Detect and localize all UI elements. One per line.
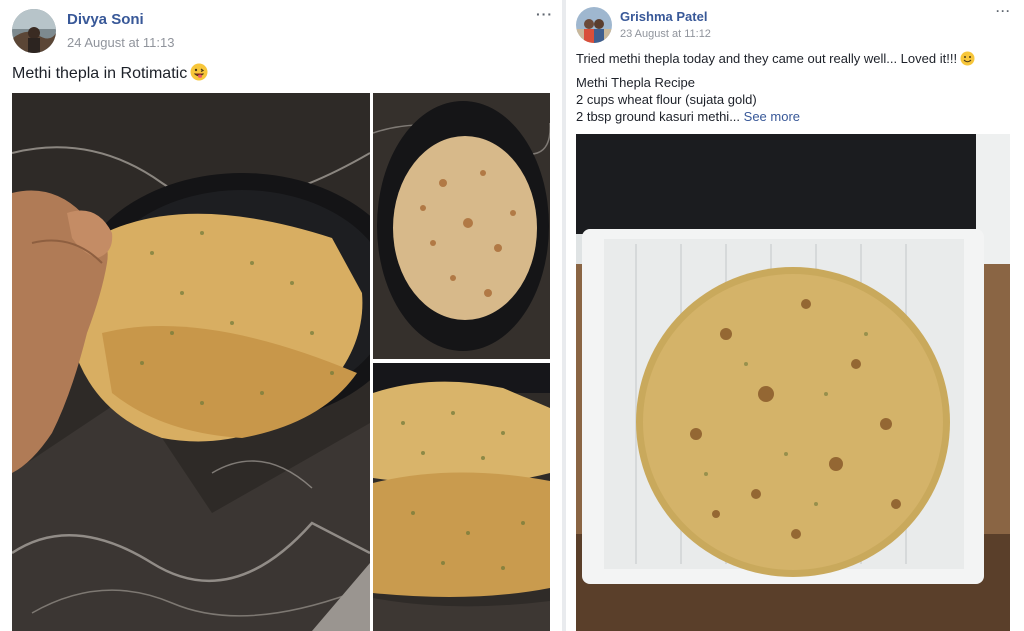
post-timestamp[interactable]: 24 August at 11:13 [67,35,174,50]
post-options-button[interactable]: ··· [536,6,553,22]
recipe-line-content: 2 tbsp ground kasuri methi... [576,109,741,124]
post-text-content: Methi thepla in Rotimatic [12,65,188,82]
recipe-line: 2 cups wheat flour (sujata gold) [576,92,757,107]
post-photo-main[interactable] [12,93,370,631]
avatar[interactable] [576,7,612,43]
see-more-link[interactable]: See more [744,109,800,124]
author-name[interactable]: Grishma Patel [620,9,707,24]
post-photo-3[interactable] [373,363,550,631]
avatar[interactable] [12,9,56,53]
post-text: Methi thepla in Rotimatic [12,63,208,86]
author-name[interactable]: Divya Soni [67,11,144,28]
post-timestamp[interactable]: 23 August at 11:12 [620,28,711,40]
post-text-content: Tried methi thepla today and they came o… [576,51,958,66]
recipe-line: 2 tbsp ground kasuri methi... See more [576,109,800,124]
post-photo-2[interactable] [373,93,550,359]
post-options-button[interactable]: ··· [996,4,1011,18]
grinning-tongue-face-icon [190,63,208,86]
post-divya-soni: Divya Soni 24 August at 11:13 ··· Methi … [0,0,562,631]
post-text: Tried methi thepla today and they came o… [576,51,975,69]
post-photo-main[interactable] [576,134,1010,631]
smiling-face-icon [960,51,975,69]
recipe-title: Methi Thepla Recipe [576,75,695,90]
post-grishma-patel: Grishma Patel 23 August at 11:12 ··· Tri… [566,0,1024,631]
